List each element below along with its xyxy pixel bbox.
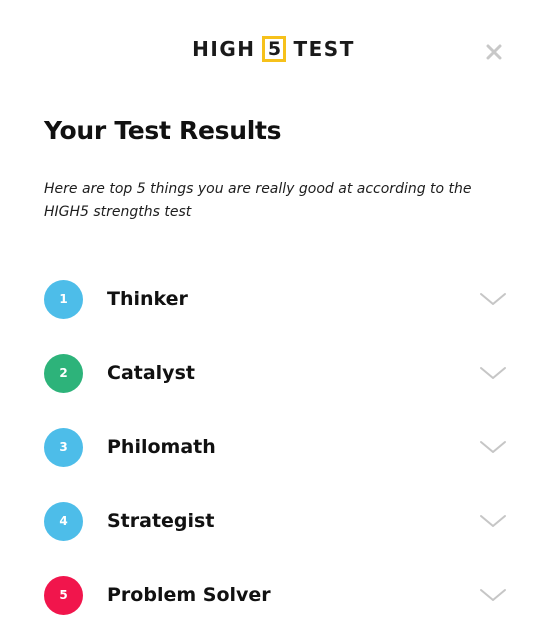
result-item-philomath[interactable]: 3 Philomath [44,410,510,484]
result-label: Philomath [107,436,216,458]
rank-badge: 5 [44,575,83,615]
rank-badge: 3 [44,427,83,467]
rank-badge: 1 [44,279,83,319]
expand-toggle[interactable] [478,585,508,605]
rank-badge: 2 [44,353,83,393]
page-subtitle: Here are top 5 things you are really goo… [44,181,472,220]
rank-badge: 4 [44,501,83,541]
close-icon [486,44,502,60]
high5-logo: HIGH 5 TEST [0,36,547,62]
chevron-down-icon [480,589,506,601]
result-item-thinker[interactable]: 1 Thinker [44,262,510,336]
result-label: Catalyst [107,362,195,384]
result-item-problem-solver[interactable]: 5 Problem Solver [44,558,510,632]
logo-text-test: TEST [293,37,355,61]
result-label: Thinker [107,288,188,310]
chevron-down-icon [480,367,506,379]
page-title: Your Test Results [44,116,282,145]
close-button[interactable] [480,38,508,66]
expand-toggle[interactable] [478,511,508,531]
expand-toggle[interactable] [478,437,508,457]
result-label: Strategist [107,510,215,532]
logo-number-box: 5 [262,36,287,62]
result-label: Problem Solver [107,584,271,606]
expand-toggle[interactable] [478,289,508,309]
header: HIGH 5 TEST [0,28,547,72]
results-list: 1 Thinker 2 Catalyst 3 Philomath 4 Strat… [44,262,510,632]
chevron-down-icon [480,293,506,305]
result-item-catalyst[interactable]: 2 Catalyst [44,336,510,410]
expand-toggle[interactable] [478,363,508,383]
result-item-strategist[interactable]: 4 Strategist [44,484,510,558]
chevron-down-icon [480,515,506,527]
chevron-down-icon [480,441,506,453]
logo-text-high: HIGH [192,37,256,61]
